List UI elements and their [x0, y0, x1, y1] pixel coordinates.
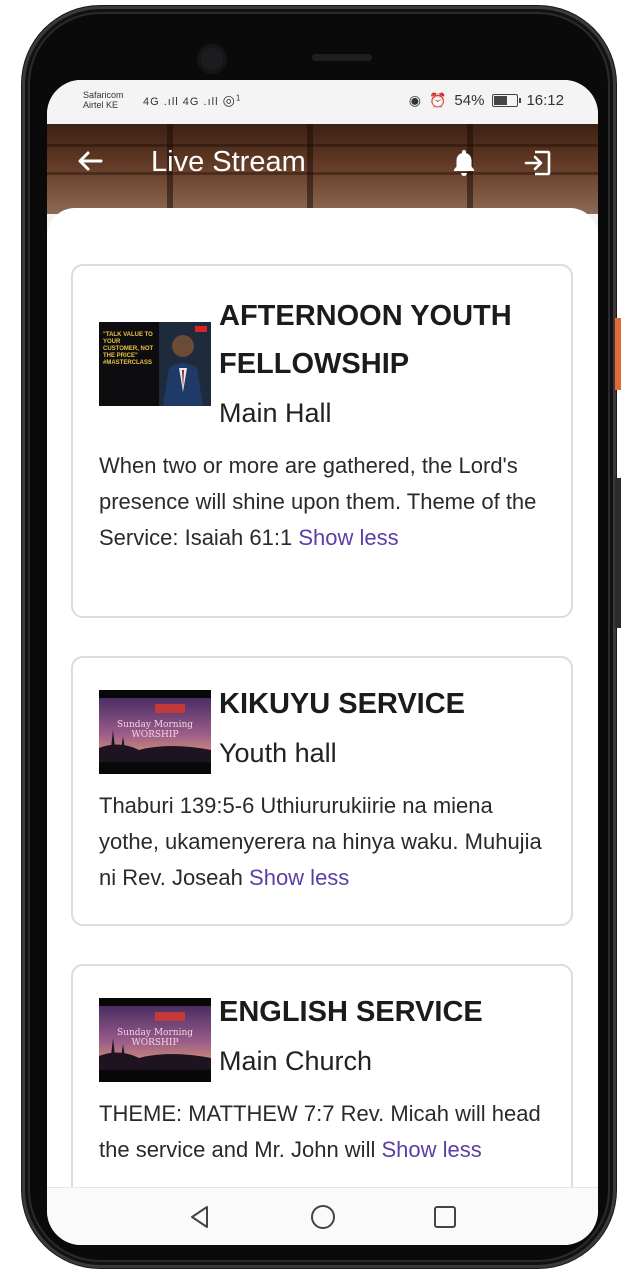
earpiece-speaker	[312, 54, 372, 61]
service-location: Main Church	[219, 1046, 373, 1076]
show-less-link[interactable]: Show less	[381, 1137, 481, 1162]
service-title: ENGLISH SERVICE	[219, 996, 483, 1028]
wood-plank	[47, 172, 598, 175]
service-description: THEME: MATTHEW 7:7 Rev. Micah will head …	[99, 1096, 551, 1168]
service-card[interactable]: Sunday Morning WORSHIP ENGLISH SERVICE M…	[71, 964, 573, 1188]
service-location: Youth hall	[219, 738, 337, 768]
wood-beam	[307, 124, 313, 214]
phone-screen: Safaricom Airtel KE 4G .ıll 4G .ıll ◎1 ◉…	[47, 80, 598, 1245]
carrier-names: Safaricom Airtel KE	[83, 90, 124, 110]
square-recents-icon[interactable]	[430, 1202, 460, 1232]
hotspot-badge: 1	[235, 93, 242, 103]
service-card[interactable]: Sunday Morning WORSHIP KIKUYU SERVICE Yo…	[71, 656, 573, 926]
battery-icon	[492, 94, 522, 107]
alarm-icon: ⏰	[428, 92, 447, 108]
side-button-bottom	[615, 478, 621, 628]
clock: 16:12	[526, 92, 564, 109]
triangle-back-icon[interactable]	[185, 1202, 215, 1232]
thumbnail-caption: "TALK VALUE TO YOUR CUSTOMER, NOT THE PR…	[103, 332, 154, 366]
front-camera	[197, 44, 227, 74]
bell-icon[interactable]	[451, 148, 477, 176]
circle-home-icon[interactable]	[308, 1202, 338, 1232]
service-card[interactable]: "TALK VALUE TO YOUR CUSTOMER, NOT THE PR…	[71, 264, 573, 618]
signal-strength-icon: 4G .ıll 4G .ıll	[143, 96, 219, 108]
service-description: When two or more are gathered, the Lord'…	[99, 448, 551, 556]
arrow-left-icon[interactable]	[75, 146, 105, 176]
logout-icon[interactable]	[523, 148, 553, 178]
signal-indicators: 4G .ıll 4G .ıll ◎1	[143, 92, 241, 109]
wood-plank	[47, 144, 598, 147]
system-nav-bar	[47, 1187, 598, 1245]
show-less-link[interactable]: Show less	[298, 525, 398, 550]
status-right: ◉ ⏰ 54% 16:12	[409, 92, 564, 109]
carrier-2: Airtel KE	[83, 100, 119, 110]
thumbnail-caption: Sunday Morning WORSHIP	[117, 720, 193, 740]
service-title: AFTERNOON YOUTH FELLOWSHIP	[219, 300, 512, 380]
page-title: Live Stream	[151, 146, 306, 178]
battery-percent: 54%	[454, 92, 485, 109]
show-less-link[interactable]: Show less	[249, 865, 349, 890]
eye-comfort-icon: ◉	[408, 92, 421, 108]
carrier-1: Safaricom	[83, 90, 124, 100]
thumbnail-caption: Sunday Morning WORSHIP	[117, 1028, 193, 1048]
side-button-top	[615, 318, 621, 390]
status-bar: Safaricom Airtel KE 4G .ıll 4G .ıll ◎1 ◉…	[47, 80, 598, 124]
service-location: Main Hall	[219, 398, 332, 428]
service-title: KIKUYU SERVICE	[219, 688, 466, 720]
hotspot-icon: ◎	[222, 92, 236, 108]
app-bar: Live Stream	[47, 124, 598, 214]
service-description: Thaburi 139:5-6 Uthiururukiirie na miena…	[99, 788, 551, 896]
content-sheet: "TALK VALUE TO YOUR CUSTOMER, NOT THE PR…	[47, 208, 598, 1188]
